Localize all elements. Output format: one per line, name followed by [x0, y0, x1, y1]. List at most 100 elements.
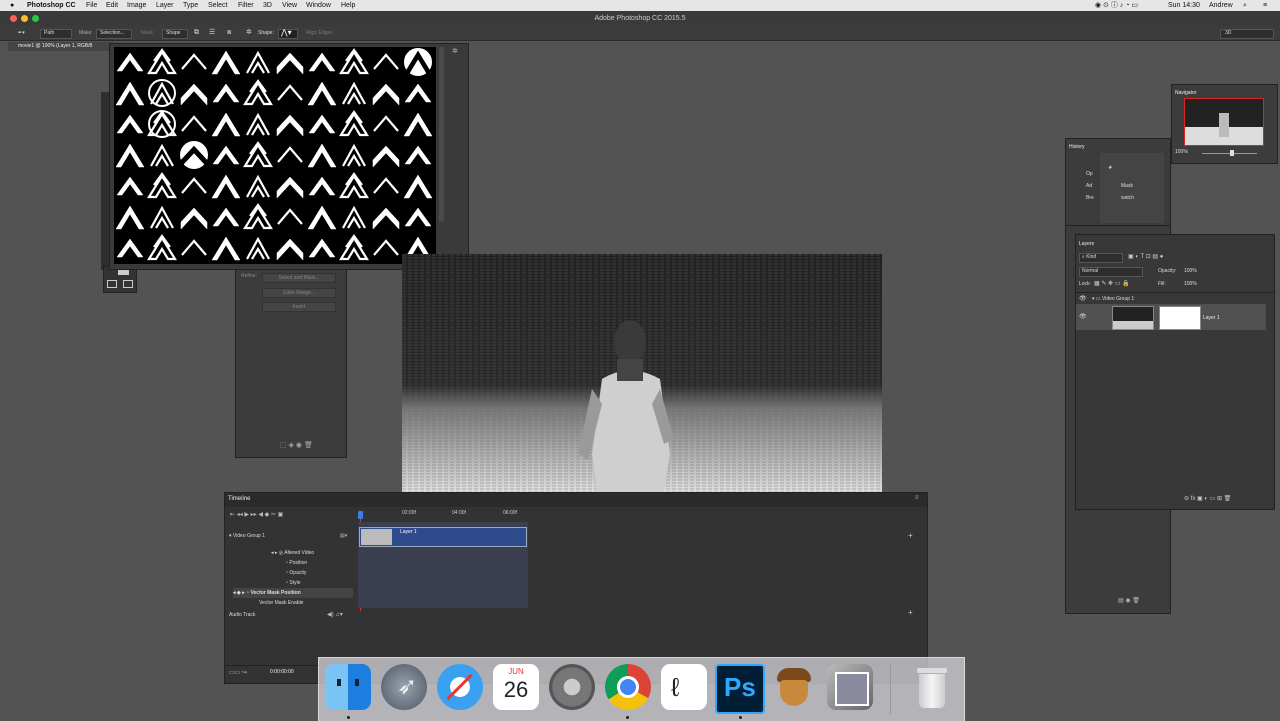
timeline-menu-icon[interactable]: ≡ — [915, 495, 919, 501]
screen-mode-tools[interactable] — [103, 266, 137, 293]
shape-grid[interactable] — [114, 47, 436, 264]
shape-swatch[interactable] — [370, 47, 402, 78]
shape-swatch[interactable] — [274, 47, 306, 78]
shape-swatch[interactable] — [402, 140, 434, 171]
shape-swatch[interactable] — [146, 78, 178, 109]
shape-swatch[interactable] — [338, 47, 370, 78]
photoshop-icon[interactable]: Ps — [715, 664, 765, 714]
shape-swatch[interactable] — [178, 233, 210, 264]
menu-file[interactable]: File — [86, 0, 97, 11]
playback-controls[interactable]: ⇤ ◂◂ ▶ ▸▸ ◀ ◆ ✂ ▣ — [230, 511, 283, 518]
shape-swatch[interactable] — [402, 202, 434, 233]
timeline-tab[interactable]: Timeline — [228, 496, 250, 502]
shape-swatch[interactable] — [242, 47, 274, 78]
spotlight-icon[interactable]: ⌕ — [1243, 0, 1247, 11]
navigator-zoom[interactable]: 100% — [1175, 149, 1188, 155]
shape-swatch[interactable] — [114, 202, 146, 233]
menubar-clock[interactable]: Sun 14:30 — [1168, 0, 1200, 11]
menu-edit[interactable]: Edit — [106, 0, 118, 11]
shape-swatch[interactable] — [402, 109, 434, 140]
history-tab[interactable]: History — [1069, 144, 1085, 150]
add-media-button[interactable]: + — [908, 531, 913, 540]
history-item-3[interactable]: Bre — [1086, 195, 1094, 201]
film-icon[interactable]: ▤▾ — [340, 533, 347, 539]
opacity-value[interactable]: 100% — [1184, 268, 1197, 274]
picker-settings-gear-icon[interactable]: ✲ — [452, 47, 458, 55]
menu-window[interactable]: Window — [306, 0, 331, 11]
layer-name[interactable]: Layer 1 — [1203, 315, 1220, 321]
shape-swatch[interactable] — [210, 233, 242, 264]
shape-swatch[interactable] — [242, 78, 274, 109]
navigator-zoom-thumb[interactable] — [1230, 150, 1234, 156]
shape-swatch[interactable] — [210, 109, 242, 140]
shape-swatch[interactable] — [338, 78, 370, 109]
shape-swatch[interactable] — [370, 171, 402, 202]
audio-controls-icon[interactable]: ◀) ♫▾ — [327, 611, 343, 618]
shape-swatch[interactable] — [242, 171, 274, 202]
color-range-button[interactable]: Color Range... — [262, 288, 336, 298]
add-audio-button[interactable]: + — [908, 608, 913, 617]
document-canvas[interactable] — [402, 254, 882, 492]
shape-swatch[interactable] — [274, 109, 306, 140]
track-vector-mask-position[interactable]: ◂ ◆ ▸ ◔ Vector Mask Position — [233, 588, 353, 598]
picker-scrollbar[interactable] — [439, 47, 444, 222]
vector-mask-thumbnail[interactable] — [1159, 306, 1201, 330]
shape-swatch[interactable] — [274, 233, 306, 264]
shape-swatch[interactable] — [306, 171, 338, 202]
layer-thumbnail[interactable] — [1112, 306, 1154, 330]
shape-swatch[interactable] — [370, 202, 402, 233]
history-item-1[interactable]: Op — [1086, 171, 1093, 177]
path-operations-icon[interactable]: ⧉ — [194, 26, 199, 40]
shape-swatch[interactable] — [370, 233, 402, 264]
shape-swatch[interactable] — [146, 47, 178, 78]
menu-layer[interactable]: Layer — [156, 0, 174, 11]
shape-swatch[interactable] — [178, 109, 210, 140]
path-alignment-icon[interactable]: ☰ — [209, 26, 215, 40]
shape-swatch[interactable] — [338, 140, 370, 171]
system-preferences-icon[interactable] — [549, 664, 595, 710]
shape-swatch[interactable] — [274, 202, 306, 233]
finder-icon[interactable] — [325, 664, 371, 710]
menubar-user[interactable]: Andrew — [1209, 0, 1233, 11]
shape-swatch[interactable] — [178, 140, 210, 171]
shape-swatch[interactable] — [178, 78, 210, 109]
blend-mode-select[interactable]: Normal — [1082, 268, 1098, 274]
shape-swatch[interactable] — [114, 233, 146, 264]
shape-swatch[interactable] — [242, 109, 274, 140]
shape-swatch[interactable] — [146, 202, 178, 233]
workspace-select[interactable]: 3D — [1225, 26, 1231, 40]
menu-filter[interactable]: Filter — [238, 0, 254, 11]
layer-actions-icons[interactable]: ⊖ fx ▣ ◐ ▭ ⊞ 🗑 — [1184, 495, 1231, 502]
make-mask-button[interactable]: Mask — [141, 26, 153, 40]
preview-icon[interactable] — [827, 664, 873, 710]
shape-swatch[interactable] — [114, 78, 146, 109]
playhead-handle[interactable] — [358, 511, 363, 519]
shape-swatch[interactable] — [178, 202, 210, 233]
shape-swatch[interactable] — [338, 109, 370, 140]
shape-swatch[interactable] — [402, 47, 434, 78]
shape-swatch[interactable] — [210, 202, 242, 233]
shape-swatch[interactable] — [114, 109, 146, 140]
line-app-icon[interactable]: ℓ — [661, 664, 707, 710]
shape-swatch[interactable] — [370, 78, 402, 109]
shape-swatch[interactable] — [242, 140, 274, 171]
layer-visibility-icon[interactable]: 👁 — [1079, 313, 1087, 320]
shape-swatch[interactable] — [242, 202, 274, 233]
layers-tab[interactable]: Layers — [1079, 241, 1094, 247]
shape-swatch[interactable] — [402, 78, 434, 109]
document-tab[interactable]: movie1 @ 100% (Layer 1, RGB/8 — [8, 42, 113, 51]
navigator-preview[interactable] — [1184, 98, 1264, 146]
layer-filter-icons[interactable]: ▣ ◐ T ⊡ ▤ ● — [1128, 253, 1163, 260]
menu-help[interactable]: Help — [341, 0, 355, 11]
shape-swatch[interactable] — [114, 47, 146, 78]
shape-swatch[interactable] — [402, 171, 434, 202]
shape-swatch[interactable] — [114, 140, 146, 171]
shape-swatch[interactable] — [338, 171, 370, 202]
make-selection-button[interactable]: Selection... — [100, 26, 125, 40]
launchpad-icon[interactable]: ➶ — [381, 664, 427, 710]
screen-mode-icon[interactable] — [107, 280, 117, 288]
video-group-row[interactable]: ▾ Video Group 1 — [229, 533, 265, 539]
menu-3d[interactable]: 3D — [263, 0, 272, 11]
shape-swatch[interactable] — [242, 233, 274, 264]
shape-swatch[interactable] — [306, 233, 338, 264]
